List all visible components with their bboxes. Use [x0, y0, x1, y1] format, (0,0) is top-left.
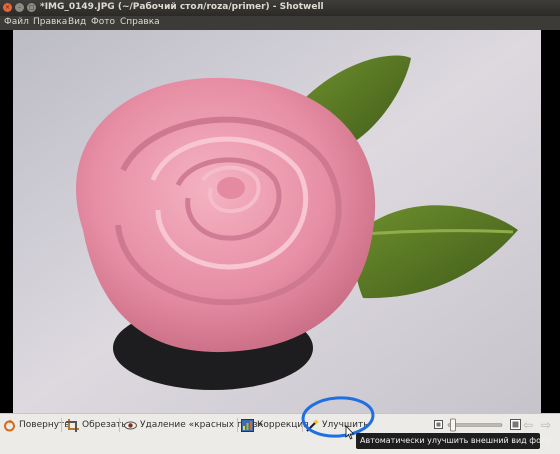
menu-bar: Файл Правка Вид Фото Справка	[0, 16, 560, 30]
mouse-cursor-icon	[345, 425, 355, 440]
maximize-window-button[interactable]: □	[27, 3, 36, 12]
title-bar: × – □ *IMG_0149.JPG (~/Рабочий стол/roza…	[0, 0, 560, 16]
photo-viewer	[0, 30, 560, 413]
menu-file[interactable]: Файл	[4, 17, 29, 27]
rotate-label: Повернуть	[19, 420, 70, 430]
enhance-tooltip: Автоматически улучшить внешний вид фото	[356, 433, 551, 449]
adjust-button[interactable]: Коррекция	[241, 417, 309, 433]
menu-edit[interactable]: Правка	[33, 17, 67, 27]
menu-view[interactable]: Вид	[68, 17, 86, 27]
next-photo-button[interactable]: ⇨	[541, 417, 551, 433]
rotate-icon	[4, 419, 15, 431]
back-arrow-icon: ⇦	[523, 418, 534, 432]
forward-arrow-icon: ⇨	[541, 418, 552, 432]
minimize-window-button[interactable]: –	[15, 3, 24, 12]
toolbar-separator	[119, 418, 120, 432]
zoom-slider-thumb[interactable]	[449, 418, 456, 432]
adjust-icon	[241, 418, 254, 432]
crop-icon	[66, 418, 79, 432]
window-title: *IMG_0149.JPG (~/Рабочий стол/roza/prime…	[40, 2, 324, 12]
menu-photo[interactable]: Фото	[91, 17, 115, 27]
rotate-button[interactable]: Повернуть	[3, 417, 70, 433]
previous-photo-button[interactable]: ⇦	[523, 417, 533, 433]
toolbar-separator	[61, 418, 62, 432]
menu-help[interactable]: Справка	[120, 17, 160, 27]
photo-image[interactable]	[13, 30, 541, 413]
window-controls: × – □	[3, 3, 36, 12]
crop-label: Обрезать	[82, 420, 127, 430]
toolbar-separator	[237, 418, 238, 432]
close-window-button[interactable]: ×	[3, 3, 12, 12]
crop-button[interactable]: Обрезать	[66, 417, 127, 433]
eye-icon	[124, 421, 137, 429]
zoom-slider[interactable]	[434, 418, 522, 432]
